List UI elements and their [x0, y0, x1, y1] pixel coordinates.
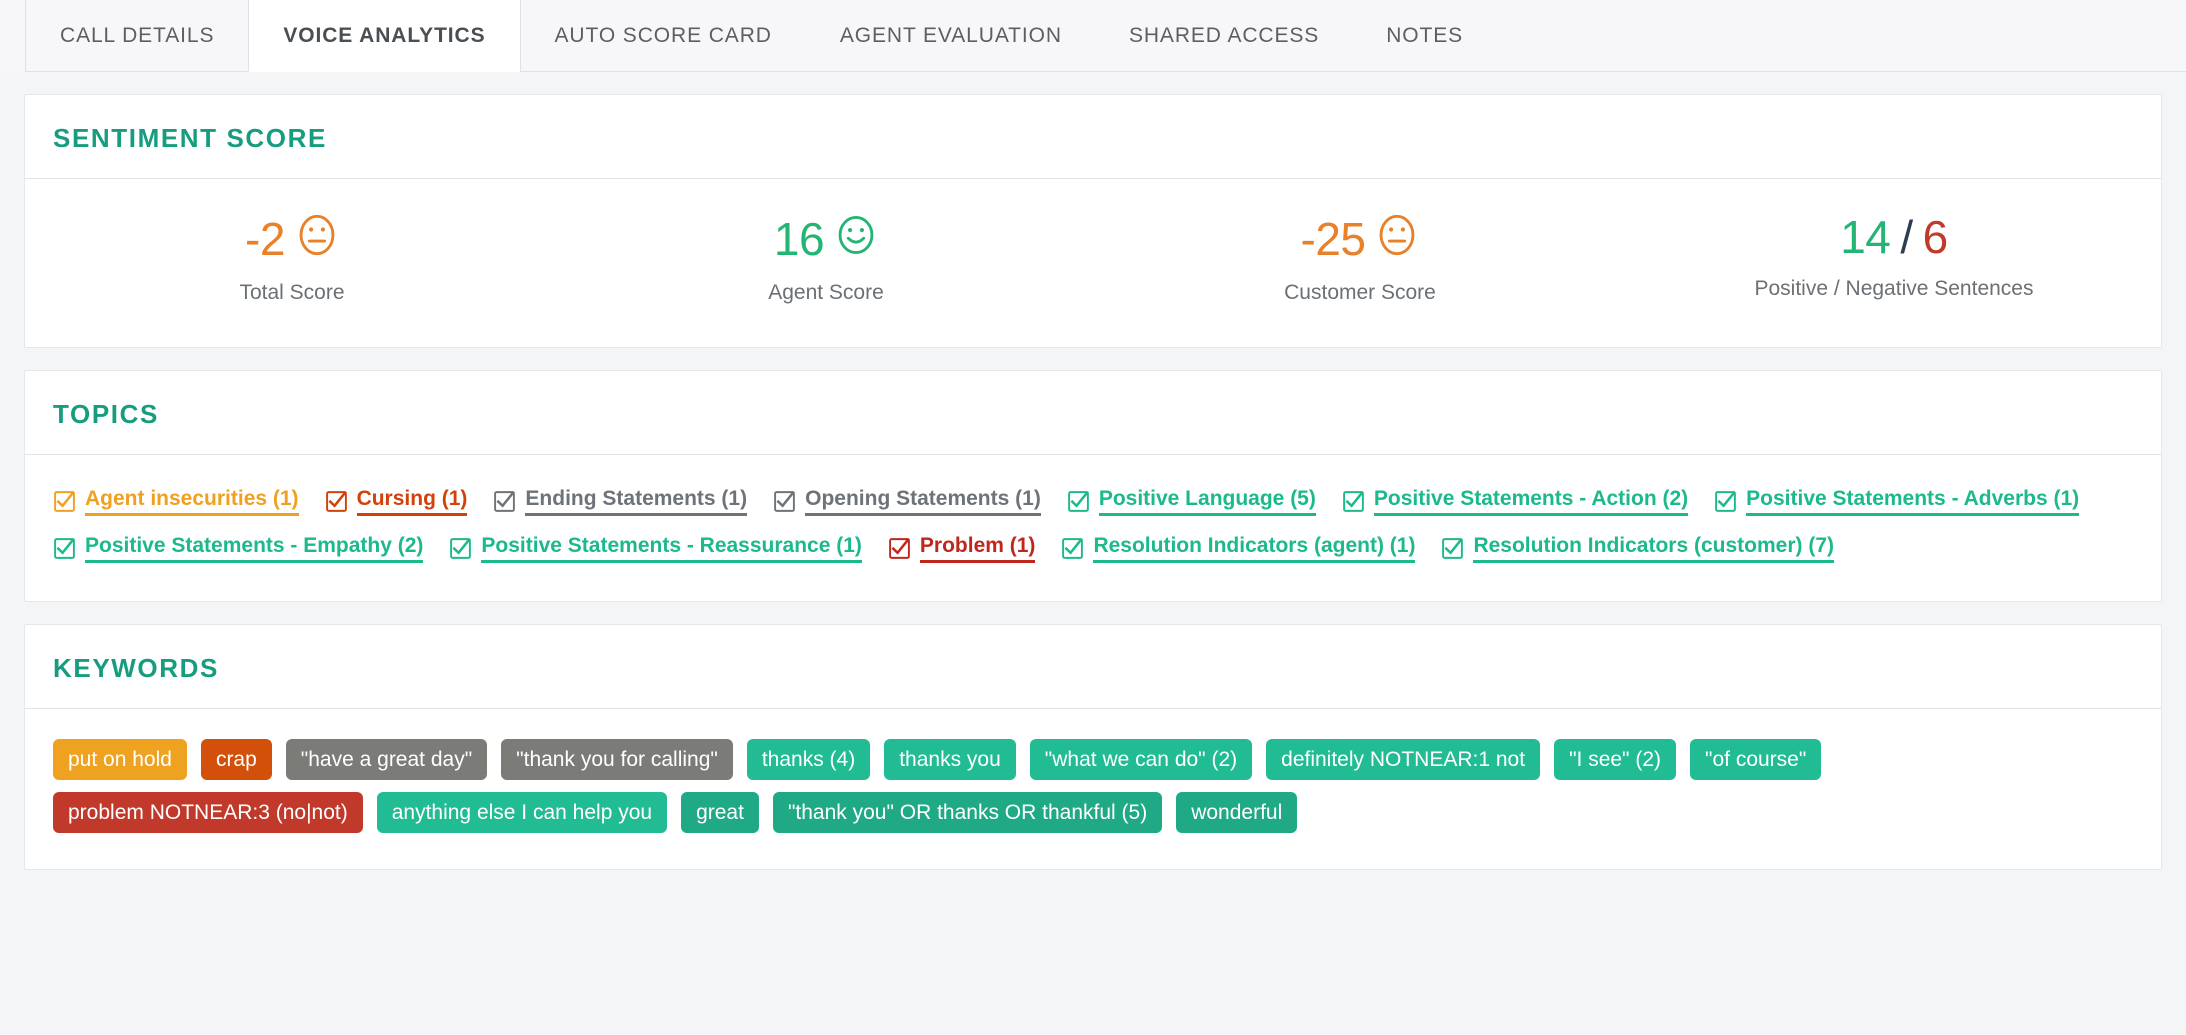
score-value-agent: 16 [559, 213, 1093, 265]
sentiment-score-row: -2 Total Score 16 Agent Score -25 Custom… [25, 179, 2161, 347]
keyword-badge[interactable]: thanks you [884, 739, 1016, 781]
topics-list: Agent insecurities (1) Cursing (1) Ending … [53, 481, 2133, 571]
topic-link[interactable]: Problem (1) [888, 534, 1036, 564]
tab-notes[interactable]: NOTES [1352, 0, 1498, 72]
keyword-badge[interactable]: "I see" (2) [1554, 739, 1677, 781]
topic-link[interactable]: Cursing (1) [325, 487, 468, 517]
topics-header: TOPICS [25, 371, 2161, 456]
score-label: Total Score [239, 281, 345, 305]
checkbox-checked-icon [53, 537, 76, 560]
score-label: Positive / Negative Sentences [1754, 277, 2034, 301]
tab-call-details[interactable]: CALL DETAILS [25, 0, 250, 72]
checkbox-checked-icon [1067, 490, 1090, 513]
keywords-header: KEYWORDS [25, 625, 2161, 710]
score-cell-sentence-ratio: 14 / 6 Positive / Negative Sentences [1627, 213, 2161, 301]
topic-link[interactable]: Positive Statements - Reassurance (1) [449, 534, 862, 564]
keywords-panel: KEYWORDS put on hold crap "have a great da… [24, 624, 2162, 871]
keyword-badge[interactable]: put on hold [53, 739, 187, 781]
tab-label: CALL DETAILS [60, 23, 215, 47]
keyword-badge[interactable]: "what we can do" (2) [1029, 739, 1253, 781]
topic-label: Positive Statements - Empathy (2) [85, 534, 424, 564]
score-number: -2 [245, 213, 285, 265]
neutral-face-icon [1375, 213, 1419, 265]
topic-link[interactable]: Ending Statements (1) [493, 487, 748, 517]
score-number: 16 [773, 213, 825, 265]
tab-shared-access[interactable]: SHARED ACCESS [1094, 0, 1354, 72]
checkbox-checked-icon [773, 490, 796, 513]
topic-link[interactable]: Positive Statements - Action (2) [1342, 487, 1689, 517]
topic-link[interactable]: Resolution Indicators (customer) (7) [1441, 534, 1834, 564]
topic-link[interactable]: Resolution Indicators (agent) (1) [1061, 534, 1416, 564]
checkbox-checked-icon [888, 537, 911, 560]
keyword-badge[interactable]: problem NOTNEAR:3 (no|not) [53, 792, 363, 834]
topic-label: Positive Statements - Action (2) [1373, 487, 1689, 517]
topic-label: Problem (1) [919, 534, 1036, 564]
score-number: -25 [1300, 213, 1366, 265]
keyword-badge[interactable]: thanks (4) [746, 739, 871, 781]
topic-label: Ending Statements (1) [525, 487, 748, 517]
topics-panel: TOPICS Agent insecurities (1) Cursing (1)… [24, 370, 2162, 603]
topic-label: Resolution Indicators (customer) (7) [1473, 534, 1834, 564]
topic-label: Resolution Indicators (agent) (1) [1093, 534, 1416, 564]
score-cell-customer: -25 Customer Score [1093, 213, 1627, 305]
checkbox-checked-icon [1342, 490, 1365, 513]
checkbox-checked-icon [1714, 490, 1737, 513]
positive-sentence-count: 14 [1840, 211, 1891, 263]
topic-link[interactable]: Opening Statements (1) [773, 487, 1041, 517]
keyword-badge[interactable]: definitely NOTNEAR:1 not [1266, 739, 1541, 781]
score-label: Customer Score [1284, 281, 1436, 305]
keywords-title: KEYWORDS [53, 653, 219, 684]
negative-sentence-count: 6 [1922, 211, 1949, 263]
score-label: Agent Score [768, 281, 884, 305]
tab-label: AGENT EVALUATION [839, 23, 1062, 47]
topic-link[interactable]: Agent insecurities (1) [53, 487, 299, 517]
keyword-badge[interactable]: wonderful [1176, 792, 1298, 834]
topic-label: Positive Statements - Adverbs (1) [1746, 487, 2080, 517]
neutral-face-icon [295, 213, 339, 265]
score-value-sentence-ratio: 14 / 6 [1627, 211, 2161, 263]
keyword-badge[interactable]: great [681, 792, 759, 834]
score-value-total: -2 [25, 213, 559, 265]
tab-agent-evaluation[interactable]: AGENT EVALUATION [805, 0, 1096, 72]
topic-link[interactable]: Positive Language (5) [1067, 487, 1316, 517]
tab-voice-analytics[interactable]: VOICE ANALYTICS [248, 0, 521, 72]
smiling-face-icon [834, 213, 878, 265]
score-value-customer: -25 [1093, 213, 1627, 265]
checkbox-checked-icon [493, 490, 516, 513]
tab-label: VOICE ANALYTICS [283, 23, 486, 47]
tab-label: AUTO SCORE CARD [554, 23, 772, 47]
tab-bar: CALL DETAILS VOICE ANALYTICS AUTO SCORE … [0, 0, 2186, 72]
keyword-badge[interactable]: "thank you for calling" [501, 739, 733, 781]
tab-auto-score-card[interactable]: AUTO SCORE CARD [519, 0, 807, 72]
sentiment-score-panel: SENTIMENT SCORE -2 Total Score 16 Agent … [24, 94, 2162, 349]
checkbox-checked-icon [53, 490, 76, 513]
tab-label: SHARED ACCESS [1128, 23, 1320, 47]
topic-link[interactable]: Positive Statements - Empathy (2) [53, 534, 424, 564]
topic-label: Opening Statements (1) [805, 487, 1041, 517]
topic-label: Cursing (1) [356, 487, 468, 517]
checkbox-checked-icon [1061, 537, 1084, 560]
topic-label: Positive Language (5) [1098, 487, 1316, 517]
topic-label: Positive Statements - Reassurance (1) [481, 534, 862, 564]
score-cell-total: -2 Total Score [25, 213, 559, 305]
keyword-badge[interactable]: crap [200, 739, 272, 781]
sentiment-score-header: SENTIMENT SCORE [25, 95, 2161, 179]
checkbox-checked-icon [325, 490, 348, 513]
checkbox-checked-icon [1441, 537, 1464, 560]
topic-link[interactable]: Positive Statements - Adverbs (1) [1714, 487, 2080, 517]
score-cell-agent: 16 Agent Score [559, 213, 1093, 305]
page-title: SENTIMENT SCORE [53, 123, 327, 153]
tab-label: NOTES [1386, 23, 1464, 47]
keyword-badge[interactable]: anything else I can help you [376, 792, 668, 834]
topics-title: TOPICS [53, 399, 159, 430]
ratio-separator: / [1900, 211, 1913, 263]
keyword-badge[interactable]: "of course" [1690, 739, 1822, 781]
keywords-list: put on hold crap "have a great day" "thank … [53, 735, 2133, 839]
tab-bar-filler [1497, 0, 2186, 72]
checkbox-checked-icon [449, 537, 472, 560]
keyword-badge[interactable]: "have a great day" [285, 739, 488, 781]
topic-label: Agent insecurities (1) [85, 487, 299, 517]
keyword-badge[interactable]: "thank you" OR thanks OR thankful (5) [772, 792, 1163, 834]
